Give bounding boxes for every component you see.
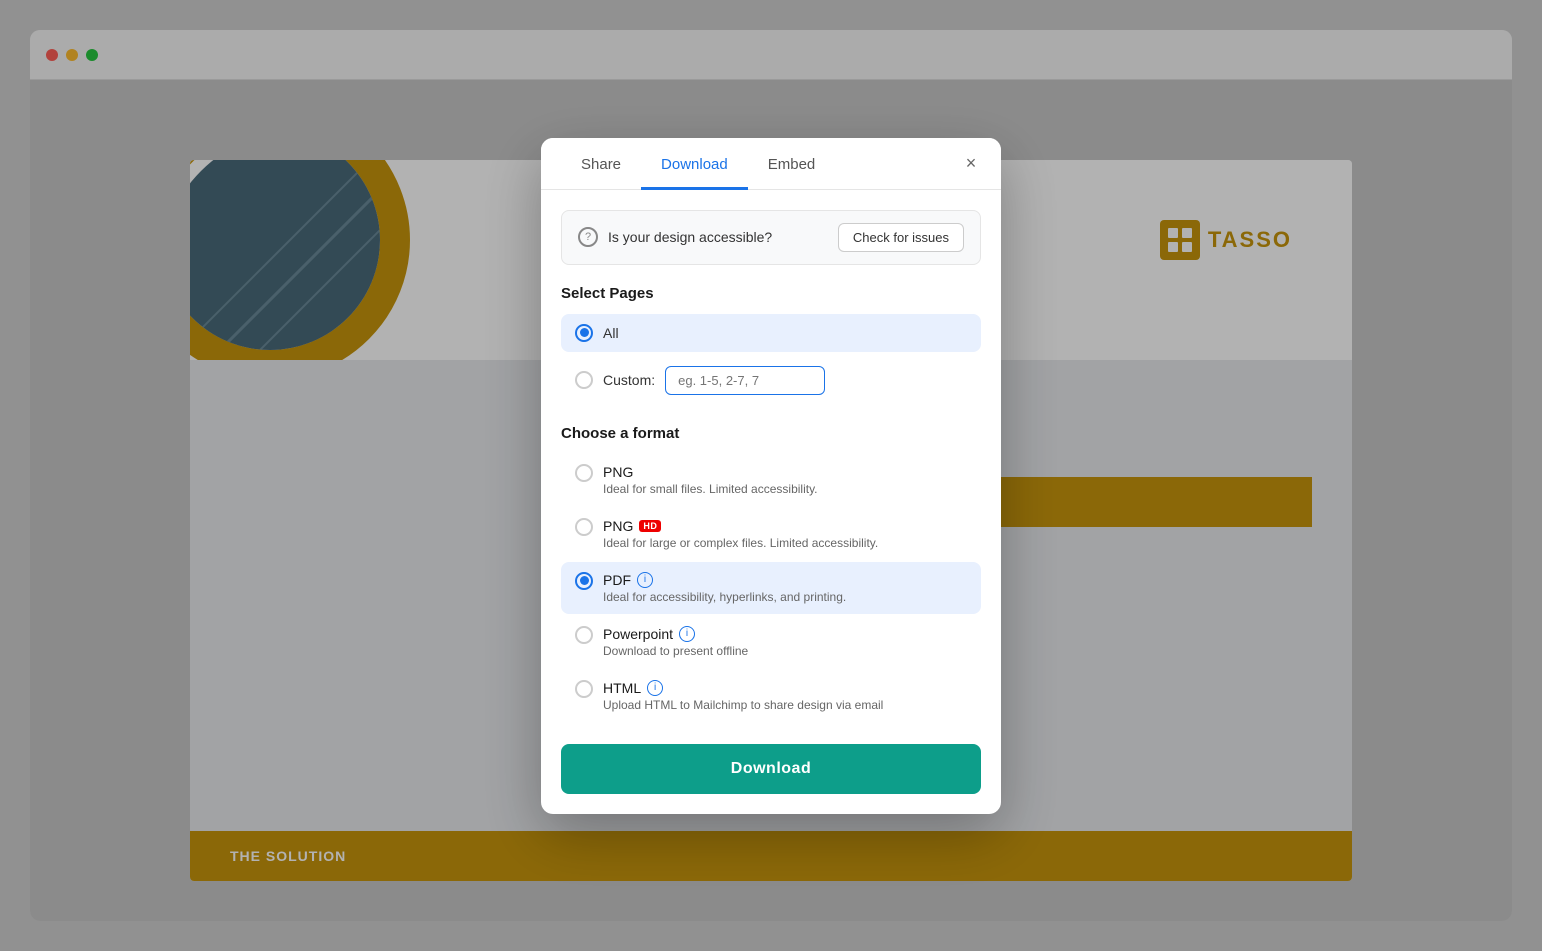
format-info-pdf: PDF i Ideal for accessibility, hyperlink… (603, 572, 967, 604)
format-info-html: HTML i Upload HTML to Mailchimp to share… (603, 680, 967, 712)
radio-dot-pdf (580, 576, 589, 585)
pages-custom-label: Custom: (603, 372, 655, 388)
accessibility-info-icon: ? (578, 227, 598, 247)
format-info-powerpoint: Powerpoint i Download to present offline (603, 626, 967, 658)
pdf-info-icon[interactable]: i (637, 572, 653, 588)
pages-all-label: All (603, 325, 619, 341)
format-info-png: PNG Ideal for small files. Limited acces… (603, 464, 967, 496)
close-button[interactable]: × (957, 149, 985, 177)
format-desc-html: Upload HTML to Mailchimp to share design… (603, 698, 967, 712)
radio-pdf (575, 572, 593, 590)
select-pages-title: Select Pages (561, 285, 981, 302)
radio-all (575, 324, 593, 342)
hd-badge: HD (639, 520, 661, 532)
modal-body: ? Is your design accessible? Check for i… (541, 190, 1001, 814)
radio-png-hd (575, 518, 593, 536)
pages-option-all[interactable]: All (561, 314, 981, 352)
radio-html (575, 680, 593, 698)
radio-custom (575, 371, 593, 389)
format-option-png[interactable]: PNG Ideal for small files. Limited acces… (561, 454, 981, 506)
format-desc-png-hd: Ideal for large or complex files. Limite… (603, 536, 967, 550)
custom-pages-input[interactable] (665, 366, 825, 395)
format-desc-pdf: Ideal for accessibility, hyperlinks, and… (603, 590, 967, 604)
pages-option-custom[interactable]: Custom: (561, 356, 981, 405)
radio-dot-all (580, 328, 589, 337)
format-desc-powerpoint: Download to present offline (603, 644, 967, 658)
powerpoint-info-icon[interactable]: i (679, 626, 695, 642)
modal-tabs: Share Download Embed × (541, 138, 1001, 190)
format-desc-png: Ideal for small files. Limited accessibi… (603, 482, 967, 496)
choose-format-section: Choose a format PNG Ideal for small file… (561, 425, 981, 722)
modal-overlay: Share Download Embed × ? Is your design … (0, 0, 1542, 951)
format-option-pdf[interactable]: PDF i Ideal for accessibility, hyperlink… (561, 562, 981, 614)
accessibility-question: Is your design accessible? (608, 229, 828, 245)
tab-share[interactable]: Share (561, 138, 641, 190)
format-option-html[interactable]: HTML i Upload HTML to Mailchimp to share… (561, 670, 981, 722)
html-info-icon[interactable]: i (647, 680, 663, 696)
format-name-pdf: PDF (603, 572, 631, 588)
format-option-powerpoint[interactable]: Powerpoint i Download to present offline (561, 616, 981, 668)
format-name-html: HTML (603, 680, 641, 696)
format-name-png: PNG (603, 464, 633, 480)
select-pages-section: Select Pages All Custom: (561, 285, 981, 405)
choose-format-title: Choose a format (561, 425, 981, 442)
format-info-png-hd: PNG HD Ideal for large or complex files.… (603, 518, 967, 550)
tab-embed[interactable]: Embed (748, 138, 836, 190)
tab-download[interactable]: Download (641, 138, 748, 190)
modal-dialog: Share Download Embed × ? Is your design … (541, 138, 1001, 814)
format-name-powerpoint: Powerpoint (603, 626, 673, 642)
radio-powerpoint (575, 626, 593, 644)
check-issues-button[interactable]: Check for issues (838, 223, 964, 252)
radio-png (575, 464, 593, 482)
accessibility-banner: ? Is your design accessible? Check for i… (561, 210, 981, 265)
format-name-png-hd: PNG (603, 518, 633, 534)
format-option-png-hd[interactable]: PNG HD Ideal for large or complex files.… (561, 508, 981, 560)
download-button[interactable]: Download (561, 744, 981, 794)
